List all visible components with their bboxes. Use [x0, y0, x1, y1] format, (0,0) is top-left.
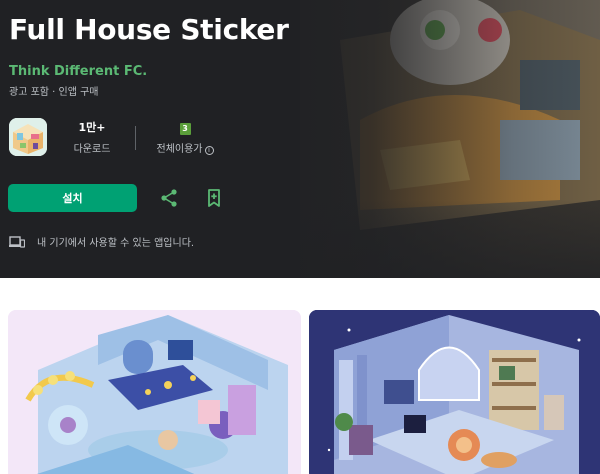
downloads-value: 1만+: [78, 121, 106, 134]
content-rating-label: 전체이용가: [156, 144, 203, 155]
ads-iap-note: 광고 포함 · 인앱 구매: [9, 87, 99, 98]
device-compat-text: 내 기기에서 사용할 수 있는 앱입니다.: [37, 238, 195, 249]
device-compat-row: 내 기기에서 사용할 수 있는 앱입니다.: [9, 234, 194, 249]
info-icon[interactable]: i: [204, 146, 214, 155]
developer-link[interactable]: Think Different FC.: [9, 64, 147, 79]
screenshot-2[interactable]: [309, 310, 600, 474]
screenshots-carousel: [0, 278, 600, 474]
install-button[interactable]: 설치: [8, 184, 137, 212]
devices-icon: [9, 235, 25, 248]
content-rating-stat[interactable]: 3 전체이용가 i: [145, 120, 225, 155]
downloads-label: 다운로드: [73, 144, 111, 155]
app-header: Full House Sticker Think Different FC. 광…: [0, 0, 600, 278]
app-icon: [9, 118, 47, 156]
stat-divider: [135, 126, 136, 150]
bookmark-add-icon[interactable]: [203, 187, 225, 209]
app-title: Full House Sticker: [9, 13, 289, 46]
content-rating-badge: 3: [179, 123, 191, 135]
downloads-stat: 1만+ 다운로드: [62, 120, 122, 155]
screenshot-1[interactable]: [8, 310, 301, 474]
share-icon[interactable]: [158, 187, 180, 209]
